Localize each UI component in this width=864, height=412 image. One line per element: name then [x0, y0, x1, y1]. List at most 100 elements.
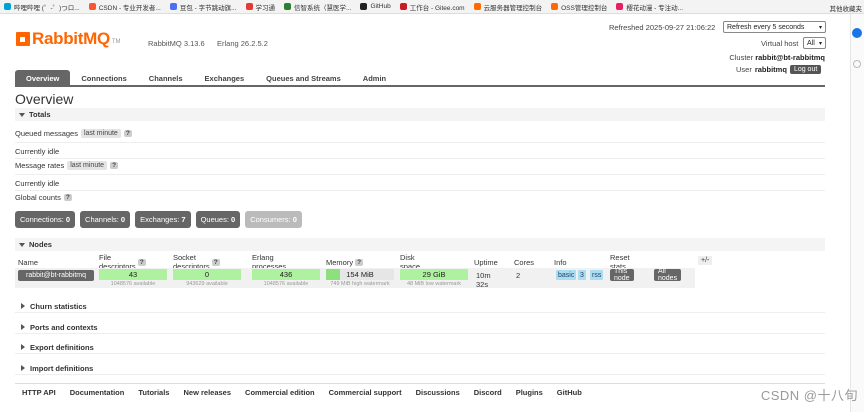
cluster-info: Cluster rabbit@bt-rabbitmq [729, 53, 825, 62]
cluster-label: Cluster [729, 53, 754, 62]
bookmark-item[interactable]: 工作台 - Gitee.com [399, 2, 465, 12]
help-icon[interactable]: ? [137, 258, 146, 266]
ports-and-contexts-toggle[interactable]: Ports and contexts [15, 321, 825, 334]
count-label: Connections: [20, 215, 64, 224]
bookmark-item[interactable]: GitHub [360, 3, 391, 10]
browser-side-panel [850, 14, 864, 412]
memory-value: 154 MiB [346, 270, 374, 279]
bookmark-item[interactable]: 云服务器管理控制台 [473, 2, 543, 12]
count-value: 0 [120, 215, 126, 224]
footer-links: HTTP API Documentation Tutorials New rel… [15, 383, 825, 401]
section-title: Import definitions [30, 363, 94, 373]
import-definitions-toggle[interactable]: Import definitions [15, 362, 825, 375]
col-file-descriptors: File descriptors? [99, 253, 146, 271]
footer-discord[interactable]: Discord [467, 384, 509, 401]
other-bookmarks[interactable]: 其他收藏夹 [825, 3, 862, 13]
tab-exchanges[interactable]: Exchanges [194, 70, 256, 85]
chevron-down-icon: ▾ [818, 40, 822, 47]
tab-queues-and-streams[interactable]: Queues and Streams [255, 70, 352, 85]
add-icon[interactable] [853, 60, 861, 68]
info-tag-rss: rss [590, 270, 604, 280]
rabbitmq-version: RabbitMQ 3.13.6 [148, 39, 205, 48]
bookmark-item[interactable]: 豆包 - 字节跳动旗... [169, 2, 237, 12]
help-icon[interactable]: ? [123, 130, 132, 137]
section-title: Export definitions [30, 342, 94, 352]
count-value: 0 [231, 215, 236, 224]
bookmark-label: 云服务器管理控制台 [483, 4, 543, 12]
virtual-host-label: Virtual host [761, 39, 799, 48]
bookmark-item[interactable]: 哔哩哔哩 (゜-゜)つロ... [4, 2, 80, 12]
node-name-link[interactable]: rabbit@bt-rabbitmq [18, 270, 94, 281]
tab-admin[interactable]: Admin [352, 70, 397, 85]
connections-count-button[interactable]: Connections: 0 [15, 211, 76, 228]
bookmark-icon [284, 3, 292, 10]
refresh-interval-select[interactable]: Refresh every 5 seconds ▾ [723, 21, 826, 33]
erlang-processes-bar: 436 [252, 269, 320, 280]
collapse-icon [19, 242, 25, 247]
bookmarks-bar: 哔哩哔哩 (゜-゜)つロ... CSDN - 专业开发者... 豆包 - 字节跳动旗… [0, 0, 864, 14]
socket-descriptors-value: 0 [204, 270, 210, 279]
col-memory: Memory? [326, 256, 364, 268]
col-disk-space: Disk space [400, 253, 421, 271]
fd-available: 1048576 available [110, 281, 156, 287]
bookmark-label: 哔哩哔哩 (゜-゜)つロ... [14, 4, 80, 12]
file-descriptors-bar: 43 [99, 269, 167, 280]
col-erlang-processes: Erlang processes [252, 253, 287, 271]
memory-watermark: 749 MiB high watermark [330, 281, 390, 287]
section-title: Churn statistics [30, 301, 87, 311]
reset-all-nodes-button[interactable]: All nodes [654, 268, 682, 282]
footer-documentation[interactable]: Documentation [63, 384, 132, 401]
bookmark-label: 豆包 - 字节跳动旗... [179, 4, 237, 12]
help-icon[interactable]: ? [110, 162, 119, 169]
csdn-watermark: CSDN @十八旬 [760, 388, 858, 403]
channels-count-button[interactable]: Channels: 0 [80, 211, 131, 228]
global-counts: Connections: 0 Channels: 0 Exchanges: 7 … [15, 211, 302, 228]
churn-statistics-toggle[interactable]: Churn statistics [15, 300, 825, 313]
bookmark-label: 樱花动漫 - 专注动... [626, 4, 684, 12]
virtual-host-select[interactable]: All ▾ [803, 37, 826, 49]
footer-new-releases[interactable]: New releases [176, 384, 238, 401]
reset-this-node-button[interactable]: This node [610, 268, 634, 282]
footer-tutorials[interactable]: Tutorials [131, 384, 176, 401]
columns-toggle-button[interactable]: +/- [698, 256, 713, 265]
queues-count-button[interactable]: Queues: 0 [195, 211, 241, 228]
bookmark-label: 学习通 [255, 4, 276, 12]
footer-commercial-support[interactable]: Commercial support [322, 384, 409, 401]
footer-commercial-edition[interactable]: Commercial edition [238, 384, 322, 401]
footer-discussions[interactable]: Discussions [409, 384, 467, 401]
nodes-section-toggle[interactable]: Nodes [15, 238, 825, 251]
col-info: Info [554, 257, 567, 267]
divider [15, 174, 825, 175]
export-definitions-toggle[interactable]: Export definitions [15, 341, 825, 354]
nodes-title: Nodes [29, 240, 52, 249]
message-rates-range[interactable]: last minute [67, 161, 108, 170]
count-label: Consumers: [250, 215, 291, 224]
bookmark-item[interactable]: 樱花动漫 - 专注动... [616, 2, 683, 12]
copilot-icon[interactable] [852, 28, 862, 38]
help-icon[interactable]: ? [355, 258, 364, 266]
tab-channels[interactable]: Channels [138, 70, 194, 85]
bookmark-item[interactable]: 信智系统（慧医学... [284, 2, 351, 12]
tab-connections[interactable]: Connections [70, 70, 137, 85]
queued-messages-range[interactable]: last minute [80, 129, 121, 138]
count-value: 7 [181, 215, 186, 224]
bookmark-item[interactable]: OSS管理控制台 [551, 2, 607, 12]
exchanges-count-button[interactable]: Exchanges: 7 [135, 211, 191, 228]
bookmark-icon [616, 3, 624, 10]
help-icon[interactable]: ? [63, 194, 72, 201]
footer-plugins[interactable]: Plugins [509, 384, 550, 401]
help-icon[interactable]: ? [211, 258, 220, 266]
currently-idle-text: Currently idle [15, 179, 60, 188]
collapse-icon [19, 112, 25, 117]
global-counts-row: Global counts ? [15, 193, 72, 202]
vhost-select-value: All [807, 39, 815, 47]
count-label: Queues: [200, 215, 229, 224]
tab-overview[interactable]: Overview [15, 70, 71, 85]
footer-github[interactable]: GitHub [550, 384, 589, 401]
bookmark-item[interactable]: CSDN - 专业开发者... [88, 2, 161, 12]
refresh-select-value: Refresh every 5 seconds [727, 23, 805, 31]
footer-http-api[interactable]: HTTP API [15, 384, 63, 401]
bookmark-item[interactable]: 学习通 [245, 2, 276, 12]
bookmark-icon [88, 3, 96, 10]
totals-section-toggle[interactable]: Totals [15, 108, 825, 121]
